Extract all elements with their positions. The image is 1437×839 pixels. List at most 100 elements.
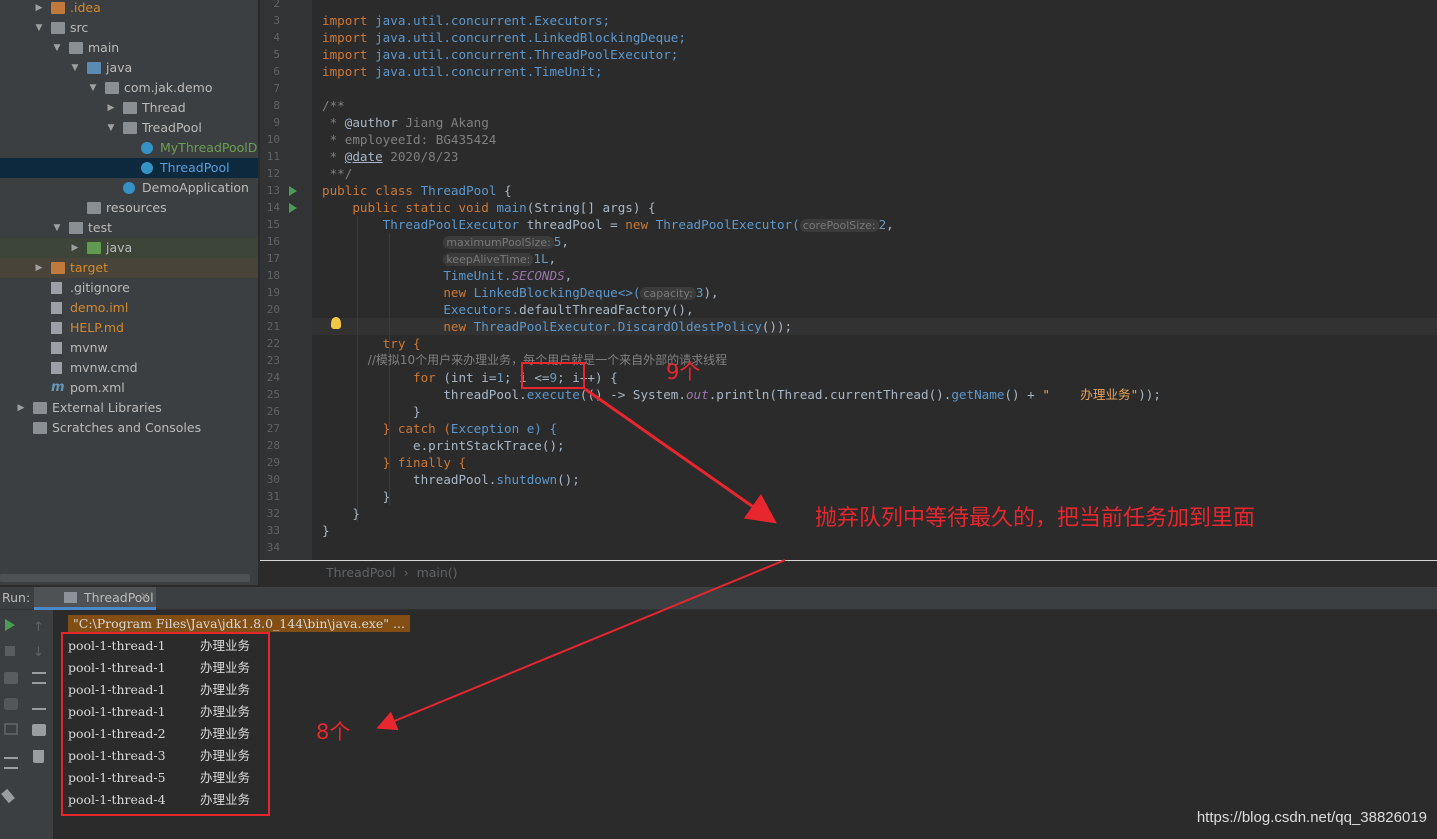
tree-item-java[interactable]: ▼ java [0,58,258,78]
tree-item-test[interactable]: ▼ test [0,218,258,238]
javadoc-text: * [322,115,345,130]
rerun-icon[interactable] [5,619,15,631]
pin-icon[interactable] [1,788,15,804]
folder-icon [51,22,65,34]
tree-item-help-md[interactable]: HELP.md [0,318,258,338]
breadcrumb-item[interactable]: ThreadPool [326,565,396,580]
chevron-right-icon[interactable]: ▶ [70,238,80,258]
soft-wrap-icon[interactable] [32,672,46,684]
chevron-down-icon[interactable]: ▼ [70,58,80,78]
code-text: (int i= [443,370,497,385]
code-text: threadPool. [322,387,527,402]
chevron-down-icon[interactable]: ▼ [34,18,44,38]
file-icon [51,282,62,294]
code-text: )); [1138,387,1161,402]
iml-file-icon [51,302,62,314]
keyword: } catch ( [322,421,451,436]
eight-count-label: 8个 [316,720,351,744]
exit-icon[interactable] [4,723,18,735]
line-number: 2 [273,0,280,10]
horizontal-scrollbar[interactable] [0,574,250,582]
scroll-to-end-icon[interactable] [32,698,46,710]
javadoc-line: * employeeId: BG435424 [322,132,497,147]
chevron-down-icon[interactable]: ▼ [88,78,98,98]
tree-item-com-jak-demo[interactable]: ▼ com.jak.demo [0,78,258,98]
tree-item-threadpool[interactable]: ThreadPool [0,158,258,178]
chevron-right-icon[interactable]: ▶ [34,258,44,278]
line-number: 23 [266,354,280,367]
code-text: (); [557,472,580,487]
method-call: printStackTrace [428,438,542,453]
run-tab-threadpool[interactable]: ThreadPool ✕ [34,587,156,610]
print-icon[interactable] [32,724,46,736]
tree-item-java[interactable]: ▶ java [0,238,258,258]
file-icon [51,362,62,374]
chevron-down-icon[interactable]: ▼ [106,118,116,138]
keyword: import [322,30,368,45]
tree-item-src[interactable]: ▼ src [0,18,258,38]
tree-item-demo-iml[interactable]: demo.iml [0,298,258,318]
close-icon[interactable]: ✕ [140,590,149,603]
tree-item-target[interactable]: ▶ target [0,258,258,278]
code-text: (); [541,438,565,453]
tree-item-idea[interactable]: ▶ .idea [0,0,258,18]
trash-icon[interactable] [33,750,44,763]
tree-item-label: pom.xml [70,380,125,395]
line-number: 27 [266,422,280,435]
layout-icon[interactable] [4,757,18,769]
tree-item-thread[interactable]: ▶ Thread [0,98,258,118]
code-line: } [322,404,421,419]
discard-policy-note: 抛弃队列中等待最久的，把当前任务加到里面 [815,506,1256,531]
tree-item-demoapplication[interactable]: DemoApplication [0,178,258,198]
code-text: threadPool = [519,217,626,232]
tree-item-label: HELP.md [70,320,124,335]
tree-item-mvnw-cmd[interactable]: mvnw.cmd [0,358,258,378]
folder-icon [69,42,83,54]
method-call: execute [526,387,580,402]
camera-icon[interactable] [4,672,18,684]
import-path: java.util.concurrent.ThreadPoolExecutor; [367,47,679,62]
code-editor[interactable]: 2 3 4 5 6 7 8 9 10 11 12 13 14 15 16 17 18 19 20 21 22 23 24 25… [260,0,1437,585]
tree-item-mythreadpooldemo[interactable]: MyThreadPoolDemo [0,138,258,158]
breadcrumb-item[interactable]: main() [417,565,458,580]
source-folder-icon [87,62,101,74]
tree-item-treadpool[interactable]: ▼ TreadPool [0,118,258,138]
project-tree: ▶ .idea ▼ src ▼ main ▼ java ▼ com.jak.demo ▶ Thread… [0,0,258,585]
tree-item-pom-xml[interactable]: m pom.xml [0,378,258,398]
arrow-up-icon[interactable]: ↑ [33,620,47,635]
import-path: java.util.concurrent.LinkedBlockingDeque… [367,30,686,45]
tree-item-main[interactable]: ▼ main [0,38,258,58]
tree-item-label: resources [106,200,167,215]
tree-item-external-libraries[interactable]: ▶ External Libraries [0,398,258,418]
code-text: ), [703,285,719,300]
run-gutter-icon[interactable] [289,203,297,213]
chevron-down-icon[interactable]: ▼ [52,218,62,238]
tree-item-scratches-and-consoles[interactable]: Scratches and Consoles [0,418,258,438]
java-class-icon [141,142,153,154]
maven-icon: m [51,380,65,395]
tree-item-label: main [88,40,120,55]
line-number: 22 [266,337,280,350]
code-line: try { [322,336,421,351]
run-label: Run: [2,590,31,605]
run-gutter-icon[interactable] [289,186,297,196]
constructor: LinkedBlockingDeque<>( [473,285,641,300]
tree-item-mvnw[interactable]: mvnw [0,338,258,358]
code-line: } [322,506,360,521]
line-number: 19 [266,286,280,299]
tree-item-label: mvnw.cmd [70,360,138,375]
string-literal: " 办理业务" [1042,387,1139,402]
stop-icon[interactable] [5,646,15,656]
chevron-down-icon[interactable]: ▼ [52,38,62,58]
tree-item-gitignore[interactable]: .gitignore [0,278,258,298]
arrow-down-icon[interactable]: ↓ [33,645,47,660]
parameter-hint: maximumPoolSize: [443,236,554,249]
line-number: 15 [266,218,280,231]
line-number: 25 [266,388,280,401]
chevron-right-icon[interactable]: ▶ [106,98,116,118]
settings-icon[interactable] [4,698,18,710]
chevron-right-icon[interactable]: ▶ [34,0,44,18]
line-number: 13 [266,184,280,197]
chevron-right-icon[interactable]: ▶ [16,398,26,418]
tree-item-resources[interactable]: resources [0,198,258,218]
